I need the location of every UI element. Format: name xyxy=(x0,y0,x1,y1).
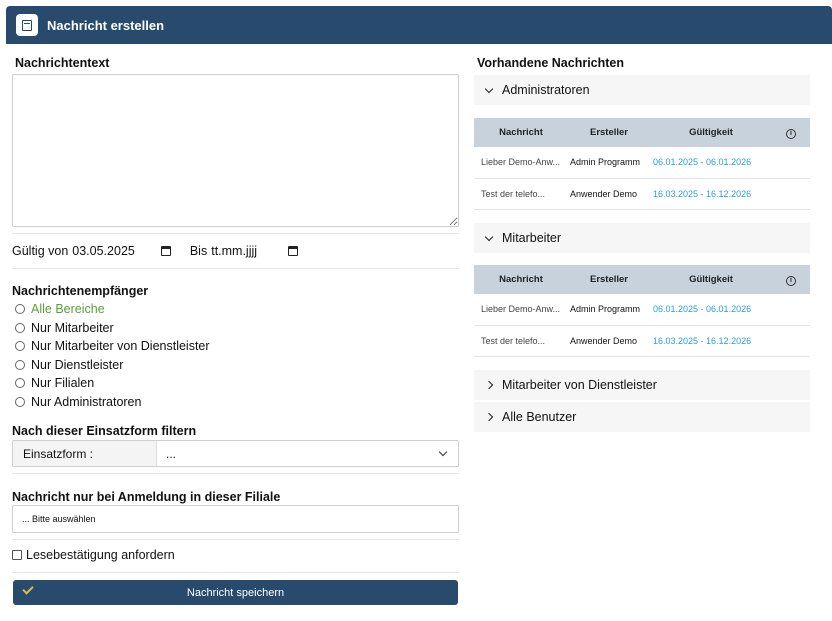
accordion-employees[interactable]: Mitarbeiter xyxy=(474,223,810,253)
valid-from-value: 03.05.2025 xyxy=(72,244,135,258)
radio-only-providers[interactable]: Nur Dienstleister xyxy=(15,356,210,375)
column-header-message: Nachricht xyxy=(474,118,568,147)
message-cell[interactable]: Test der telefo... xyxy=(474,325,568,357)
column-header-message: Nachricht xyxy=(474,265,568,294)
validity-cell[interactable]: 16.03.2025 - 16.12.2026 xyxy=(650,325,810,357)
column-header-info: i xyxy=(772,265,810,294)
page-title: Nachricht erstellen xyxy=(47,17,165,33)
radio-only-employees[interactable]: Nur Mitarbeiter xyxy=(15,319,210,338)
radio-button[interactable] xyxy=(15,378,25,389)
column-header-info: i xyxy=(772,118,810,147)
creator-cell: Anwender Demo xyxy=(568,178,650,210)
radio-button[interactable] xyxy=(15,396,25,407)
accordion-administrators[interactable]: Administratoren xyxy=(474,75,810,105)
messages-table-administrators: Nachricht Ersteller Gültigkeit i Lieber … xyxy=(474,118,810,210)
valid-to-label: Bis xyxy=(189,244,208,258)
column-header-creator: Ersteller xyxy=(568,118,650,147)
table-row[interactable]: Test der telefo... Anwender Demo 16.03.2… xyxy=(474,178,810,210)
info-icon[interactable]: i xyxy=(786,128,796,139)
table-row[interactable]: Lieber Demo-Anw... Admin Programm 06.01.… xyxy=(474,294,810,326)
radio-button[interactable] xyxy=(15,304,25,315)
column-header-validity: Gültigkeit xyxy=(650,118,772,147)
valid-to-input[interactable]: tt.mm.jjjj xyxy=(211,244,299,258)
message-cell[interactable]: Test der telefo... xyxy=(474,178,568,210)
chevron-down-icon xyxy=(484,84,494,93)
select-label: Einsatzform : xyxy=(13,441,157,466)
recipients-label: Nachrichtenempfänger xyxy=(12,284,149,298)
accordion-label: Mitarbeiter von Dienstleister xyxy=(502,378,657,392)
read-receipt-row[interactable]: Lesebestätigung anfordern xyxy=(12,548,175,562)
valid-from-label: Gültig von xyxy=(12,244,69,258)
chevron-down-icon xyxy=(438,447,448,457)
radio-only-branches[interactable]: Nur Filialen xyxy=(15,374,210,393)
validity-cell[interactable]: 06.01.2025 - 06.01.2026 xyxy=(650,294,810,326)
calendar-icon[interactable] xyxy=(288,246,299,256)
branch-select-value: ... Bitte auswählen xyxy=(22,514,96,524)
radio-only-provider-employees[interactable]: Nur Mitarbeiter von Dienstleister xyxy=(15,337,210,356)
message-text-label: Nachrichtentext xyxy=(15,56,110,70)
branch-label: Nachricht nur bei Anmeldung in dieser Fi… xyxy=(12,490,281,504)
validity-cell[interactable]: 16.03.2025 - 16.12.2026 xyxy=(650,178,810,210)
message-textarea[interactable] xyxy=(12,74,459,227)
page-header: Nachricht erstellen xyxy=(6,6,832,44)
message-note-icon xyxy=(16,14,38,36)
validity-row: Gültig von 03.05.2025 Bis tt.mm.jjjj xyxy=(12,242,299,260)
column-header-validity: Gültigkeit xyxy=(650,265,772,294)
radio-button[interactable] xyxy=(15,341,25,352)
table-header-row: Nachricht Ersteller Gültigkeit i xyxy=(474,265,810,294)
table-row[interactable]: Lieber Demo-Anw... Admin Programm 06.01.… xyxy=(474,147,810,179)
deployment-form-select[interactable]: Einsatzform : ... xyxy=(12,440,459,467)
filter-label: Nach dieser Einsatzform filtern xyxy=(12,424,197,438)
accordion-provider-employees[interactable]: Mitarbeiter von Dienstleister xyxy=(474,370,810,400)
creator-cell: Anwender Demo xyxy=(568,325,650,357)
table-row[interactable]: Test der telefo... Anwender Demo 16.03.2… xyxy=(474,325,810,357)
divider xyxy=(12,473,459,474)
accordion-label: Mitarbeiter xyxy=(502,231,562,245)
chevron-right-icon xyxy=(484,412,494,422)
accordion-label: Administratoren xyxy=(502,83,590,97)
table-header-row: Nachricht Ersteller Gültigkeit i xyxy=(474,118,810,147)
divider xyxy=(12,233,459,234)
message-cell[interactable]: Lieber Demo-Anw... xyxy=(474,294,568,326)
column-header-creator: Ersteller xyxy=(568,265,650,294)
read-receipt-label: Lesebestätigung anfordern xyxy=(26,548,175,562)
save-button-label: Nachricht speichern xyxy=(186,586,285,599)
messages-table-employees: Nachricht Ersteller Gültigkeit i Lieber … xyxy=(474,265,810,357)
chevron-down-icon xyxy=(484,232,494,241)
creator-cell: Admin Programm xyxy=(568,147,650,179)
radio-button[interactable] xyxy=(15,322,25,333)
recipients-radio-group: Alle Bereiche Nur Mitarbeiter Nur Mitarb… xyxy=(15,300,210,411)
divider xyxy=(12,572,459,573)
branch-select[interactable]: ... Bitte auswählen xyxy=(12,505,459,533)
chevron-right-icon xyxy=(484,380,494,390)
creator-cell: Admin Programm xyxy=(568,294,650,326)
radio-button[interactable] xyxy=(15,359,25,370)
message-cell[interactable]: Lieber Demo-Anw... xyxy=(474,147,568,179)
divider xyxy=(12,539,459,540)
divider xyxy=(12,268,459,269)
valid-to-value: tt.mm.jjjj xyxy=(211,244,258,258)
info-icon[interactable]: i xyxy=(786,275,796,286)
valid-from-input[interactable]: 03.05.2025 xyxy=(72,244,171,258)
accordion-label: Alle Benutzer xyxy=(502,410,577,424)
save-message-button[interactable]: Nachricht speichern xyxy=(13,580,458,605)
radio-only-admins[interactable]: Nur Administratoren xyxy=(15,393,210,412)
validity-cell[interactable]: 06.01.2025 - 06.01.2026 xyxy=(650,147,810,179)
existing-messages-title: Vorhandene Nachrichten xyxy=(477,56,625,70)
check-icon xyxy=(22,583,34,595)
select-value: ... xyxy=(166,446,177,461)
read-receipt-checkbox[interactable] xyxy=(12,550,22,560)
radio-all-areas[interactable]: Alle Bereiche xyxy=(15,300,210,319)
calendar-icon[interactable] xyxy=(160,246,171,256)
accordion-all-users[interactable]: Alle Benutzer xyxy=(474,402,810,432)
